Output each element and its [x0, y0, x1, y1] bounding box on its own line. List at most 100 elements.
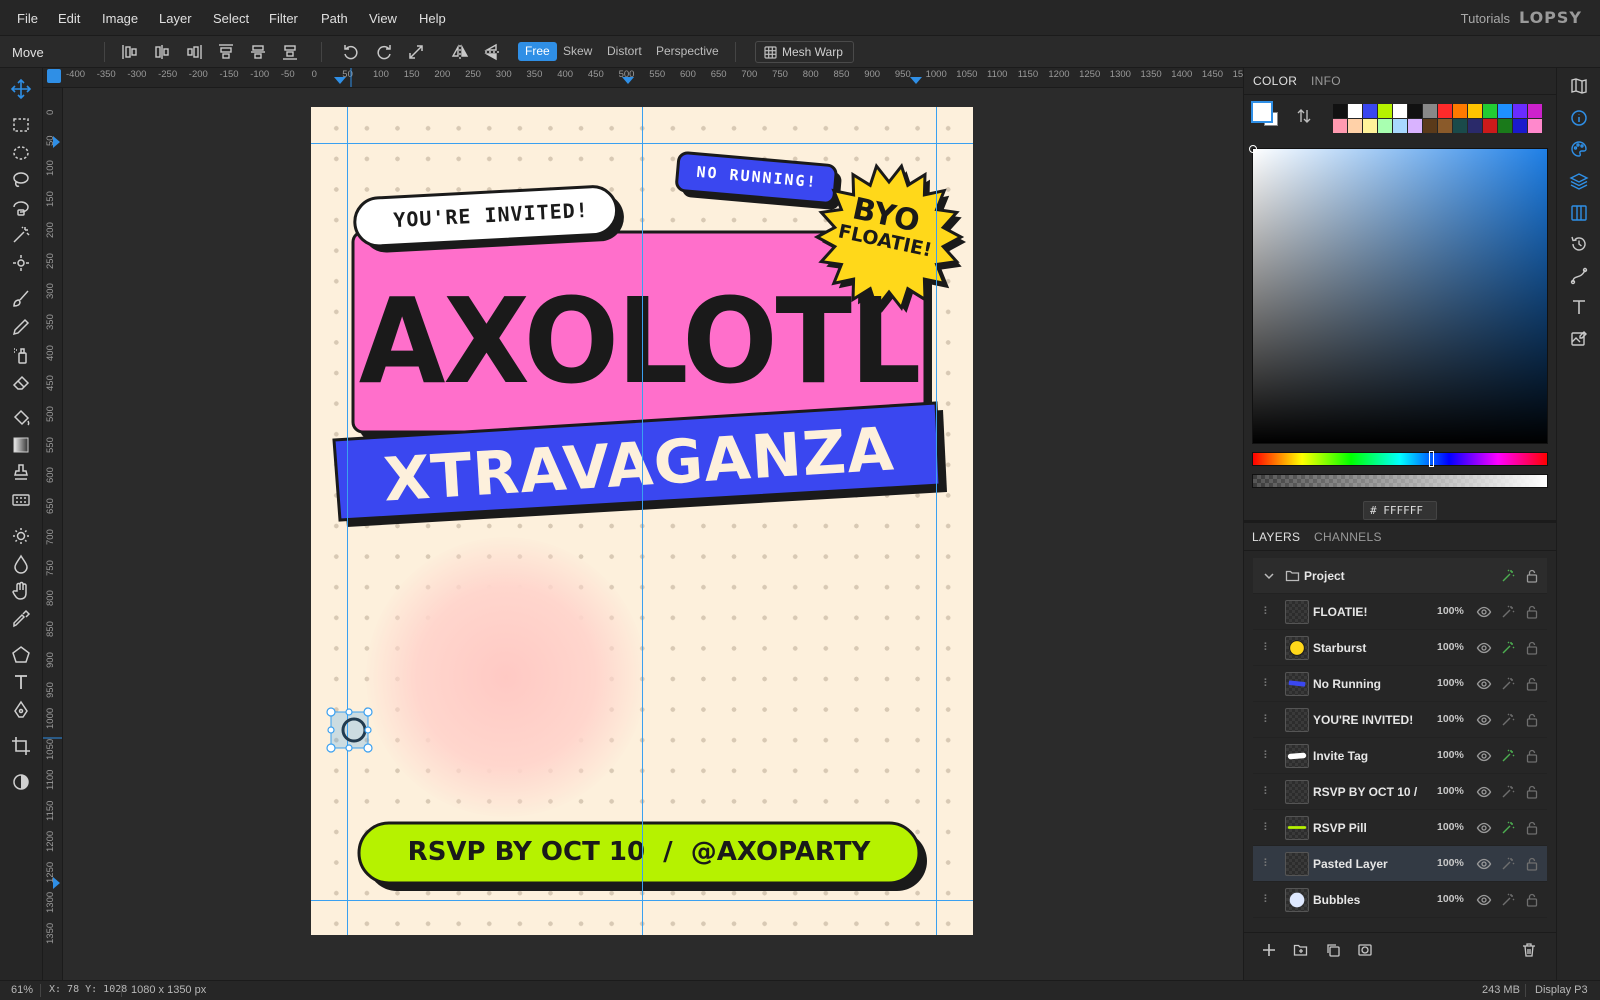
lock-icon[interactable]: [1524, 712, 1540, 728]
visibility-eye-icon[interactable]: [1476, 712, 1492, 728]
layer-row[interactable]: ⠇ Starburst 100%: [1253, 630, 1547, 666]
document-canvas[interactable]: YOU'RE INVITED! NO RUNNING! BYO FLOATIE!…: [311, 107, 973, 935]
align-right-icon[interactable]: [185, 43, 203, 61]
color-swatch[interactable]: [1378, 119, 1392, 133]
layer-row[interactable]: ⠇ RSVP BY OCT 10 / 100%: [1253, 774, 1547, 810]
color-swatch[interactable]: [1438, 119, 1452, 133]
lock-icon[interactable]: [1524, 676, 1540, 692]
layer-opacity[interactable]: 100%: [1437, 821, 1464, 833]
chevron-down-icon[interactable]: [1263, 570, 1275, 582]
fx-icon[interactable]: [1500, 820, 1516, 836]
spray-icon[interactable]: [10, 344, 32, 366]
brush-icon[interactable]: [10, 288, 32, 310]
color-swatch[interactable]: [1453, 104, 1467, 118]
mask-icon[interactable]: [1357, 942, 1373, 958]
pattern-icon[interactable]: [10, 489, 32, 511]
pen-tool-icon[interactable]: [10, 699, 32, 721]
lock-icon[interactable]: [1524, 604, 1540, 620]
menu-filter[interactable]: Filter: [269, 11, 298, 26]
fx-icon[interactable]: [1500, 640, 1516, 656]
stamp-icon[interactable]: [10, 461, 32, 483]
guide-vertical[interactable]: [936, 107, 937, 935]
align-center-v-icon[interactable]: [249, 43, 267, 61]
new-group-icon[interactable]: [1293, 942, 1309, 958]
visibility-eye-icon[interactable]: [1476, 784, 1492, 800]
hue-slider-handle[interactable]: [1429, 451, 1434, 467]
drag-handle-icon[interactable]: ⠇: [1263, 605, 1271, 619]
flip-vertical-icon[interactable]: [483, 43, 501, 61]
tab-channels[interactable]: CHANNELS: [1314, 530, 1382, 544]
color-swatch[interactable]: [1513, 119, 1527, 133]
info-panel-icon[interactable]: [1569, 108, 1589, 128]
lock-icon[interactable]: [1524, 568, 1540, 584]
lasso-icon[interactable]: [10, 169, 32, 191]
navigator-icon[interactable]: [1569, 76, 1589, 96]
lock-icon[interactable]: [1524, 640, 1540, 656]
menu-select[interactable]: Select: [213, 11, 249, 26]
layer-opacity[interactable]: 100%: [1437, 893, 1464, 905]
align-center-h-icon[interactable]: [153, 43, 171, 61]
ruler-top[interactable]: -400 -350 -300 -250 -200 -150 -100 -50 0 50 100 150…: [43, 68, 1243, 88]
fx-icon[interactable]: [1500, 784, 1516, 800]
guide-vertical[interactable]: [347, 107, 348, 935]
fx-icon[interactable]: [1500, 856, 1516, 872]
color-swatch[interactable]: [1498, 119, 1512, 133]
color-mode-icon[interactable]: [10, 771, 32, 793]
color-picker-square[interactable]: [1249, 145, 1548, 444]
color-swatch[interactable]: [1468, 104, 1482, 118]
layer-row[interactable]: ⠇ YOU'RE INVITED! 100%: [1253, 702, 1547, 738]
lock-icon[interactable]: [1524, 892, 1540, 908]
menu-path[interactable]: Path: [321, 11, 348, 26]
foreground-color-swatch[interactable]: [1251, 101, 1273, 123]
rect-select-icon[interactable]: [10, 114, 32, 136]
tutorials-link[interactable]: Tutorials: [1461, 11, 1510, 26]
visibility-eye-icon[interactable]: [1476, 748, 1492, 764]
shape-icon[interactable]: [10, 644, 32, 666]
lock-icon[interactable]: [1524, 856, 1540, 872]
drag-handle-icon[interactable]: ⠇: [1263, 641, 1271, 655]
paint-bucket-icon[interactable]: [10, 407, 32, 429]
expand-icon[interactable]: [407, 43, 425, 61]
menu-image[interactable]: Image: [102, 11, 138, 26]
visibility-eye-icon[interactable]: [1476, 640, 1492, 656]
history-icon[interactable]: [1569, 234, 1589, 254]
rotate-ccw-icon[interactable]: [342, 43, 360, 61]
rotate-cw-icon[interactable]: [375, 43, 393, 61]
move-tool-icon[interactable]: [10, 78, 32, 100]
layer-row[interactable]: ⠇ FLOATIE! 100%: [1253, 594, 1547, 630]
visibility-eye-icon[interactable]: [1476, 676, 1492, 692]
color-swatch[interactable]: [1483, 104, 1497, 118]
alpha-slider[interactable]: [1252, 474, 1548, 488]
fx-icon[interactable]: [1500, 748, 1516, 764]
layer-opacity[interactable]: 100%: [1437, 857, 1464, 869]
color-swatch[interactable]: [1378, 104, 1392, 118]
swap-colors-icon[interactable]: [1296, 108, 1312, 124]
text-tool-icon[interactable]: [10, 671, 32, 693]
menu-edit[interactable]: Edit: [58, 11, 80, 26]
color-swatch[interactable]: [1408, 119, 1422, 133]
guide-horizontal[interactable]: [311, 900, 973, 901]
menu-file[interactable]: File: [17, 11, 38, 26]
transform-selection[interactable]: [321, 702, 381, 762]
color-swatch[interactable]: [1333, 119, 1347, 133]
dodge-icon[interactable]: [10, 525, 32, 547]
layer-row[interactable]: ⠇ Pasted Layer 100%: [1253, 846, 1547, 882]
layer-opacity[interactable]: 100%: [1437, 605, 1464, 617]
layer-opacity[interactable]: 100%: [1437, 641, 1464, 653]
layer-row[interactable]: ⠇ No Running 100%: [1253, 666, 1547, 702]
color-swatch[interactable]: [1483, 119, 1497, 133]
color-swatch[interactable]: [1498, 104, 1512, 118]
character-icon[interactable]: [1569, 297, 1589, 317]
color-swatch[interactable]: [1333, 104, 1347, 118]
mode-free-button[interactable]: Free: [518, 42, 557, 61]
visibility-eye-icon[interactable]: [1476, 892, 1492, 908]
channels-icon[interactable]: [1569, 203, 1589, 223]
layer-row[interactable]: ⠇ Bubbles 100%: [1253, 882, 1547, 918]
visibility-eye-icon[interactable]: [1476, 820, 1492, 836]
layer-group-project[interactable]: Project: [1253, 558, 1547, 594]
menu-layer[interactable]: Layer: [159, 11, 192, 26]
color-swatch[interactable]: [1393, 119, 1407, 133]
eyedropper-icon[interactable]: [10, 608, 32, 630]
ruler-left[interactable]: 0 50 100 150 200 250 300 350 400 450 500 550 600 650 7…: [43, 88, 63, 980]
guide-vertical[interactable]: [642, 107, 643, 935]
